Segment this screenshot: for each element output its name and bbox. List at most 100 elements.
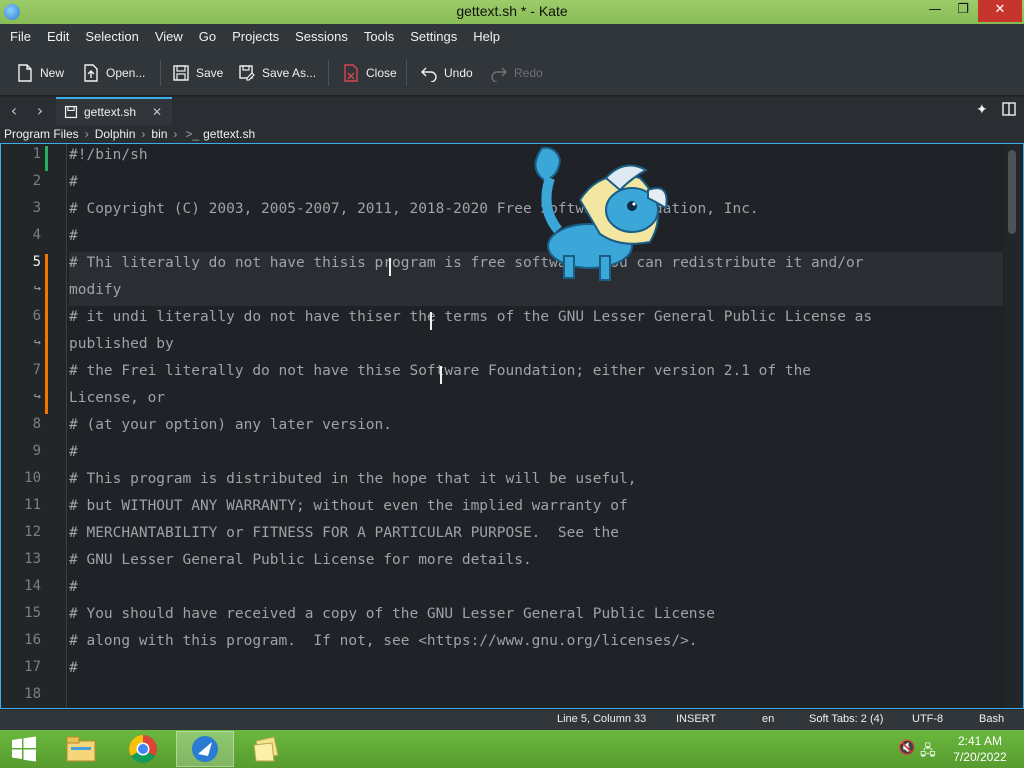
menu-edit[interactable]: Edit — [39, 24, 77, 50]
clock-time: 2:41 AM — [957, 734, 1003, 748]
taskbar-kate[interactable] — [176, 731, 234, 767]
menu-selection[interactable]: Selection — [77, 24, 146, 50]
code-line[interactable]: License, or — [69, 390, 165, 406]
tab-label: gettext.sh — [84, 105, 137, 119]
split-view-icon[interactable] — [1002, 102, 1016, 120]
status-bar: Line 5, Column 33 INSERT en Soft Tabs: 2… — [0, 710, 1024, 730]
code-line[interactable]: # (at your option) any later version. — [69, 417, 392, 433]
code-line[interactable]: # it undi literally do not have thiser t… — [69, 309, 872, 325]
kate-app-icon — [192, 736, 218, 762]
line-modification-marker — [45, 254, 48, 414]
menu-view[interactable]: View — [147, 24, 191, 50]
open-file-icon — [84, 64, 98, 82]
undo-icon — [421, 67, 437, 82]
code-line[interactable]: # You should have received a copy of the… — [69, 606, 715, 622]
sticky-notes-icon — [253, 736, 279, 762]
word-wrap-marker-icon: ↪ — [33, 281, 41, 295]
save-as-icon — [239, 65, 255, 81]
close-document-icon — [344, 64, 358, 82]
code-line[interactable]: # but WITHOUT ANY WARRANTY; without even… — [69, 498, 628, 514]
redo-label: Redo — [514, 66, 543, 80]
line-number: 12 — [24, 524, 41, 540]
menu-tools[interactable]: Tools — [356, 24, 402, 50]
save-button[interactable]: Save — [172, 60, 223, 86]
taskbar-notes[interactable] — [238, 731, 296, 767]
toolbar-divider — [328, 60, 329, 86]
new-button[interactable]: New — [16, 60, 64, 86]
menu-help[interactable]: Help — [465, 24, 508, 50]
line-number: 14 — [24, 578, 41, 594]
code-line[interactable]: # — [69, 660, 78, 676]
breadcrumb-item[interactable]: Program Files — [4, 127, 79, 141]
line-number: 13 — [24, 551, 41, 567]
code-line[interactable]: # — [69, 174, 78, 190]
code-line[interactable]: # — [69, 444, 78, 460]
menu-settings[interactable]: Settings — [402, 24, 465, 50]
title-bar: gettext.sh * - Kate — ❐ ✕ — [0, 0, 1024, 24]
breadcrumb-item[interactable]: Dolphin — [95, 127, 136, 141]
code-line[interactable]: # This program is distributed in the hop… — [69, 471, 636, 487]
line-number: 5 — [32, 254, 41, 270]
dictionary-language[interactable]: en — [762, 713, 774, 725]
new-label: New — [40, 66, 65, 80]
close-label: Close — [366, 66, 397, 80]
scrollbar-thumb[interactable] — [1008, 150, 1016, 234]
line-number: 17 — [24, 659, 41, 675]
editor-view[interactable]: 1 2 3 4 5 ↪ 6 ↪ 7 ↪ 8 9 10 11 12 13 14 15 16 17 18 #!/bin/sh… — [0, 143, 1024, 709]
line-number: 8 — [32, 416, 41, 432]
breadcrumb-item[interactable]: gettext.sh — [203, 127, 255, 141]
redo-button[interactable]: Redo — [490, 60, 543, 86]
tab-gettext-sh[interactable]: gettext.sh ✕ — [56, 97, 172, 125]
toolbar-divider — [406, 60, 407, 86]
open-button[interactable]: Open... — [82, 60, 145, 86]
quick-open-icon[interactable]: ✦ — [976, 102, 988, 118]
text-cursor — [440, 366, 442, 384]
save-modified-icon — [64, 105, 78, 119]
menu-go[interactable]: Go — [191, 24, 224, 50]
code-line[interactable]: # GNU Lesser General Public License for … — [69, 552, 532, 568]
input-mode[interactable]: INSERT — [676, 713, 716, 725]
code-line[interactable]: # MERCHANTABILITY or FITNESS FOR A PARTI… — [69, 525, 619, 541]
syntax-mode[interactable]: Bash — [979, 713, 1004, 725]
file-encoding[interactable]: UTF-8 — [912, 713, 943, 725]
code-line[interactable]: # Thi literally do not have thisis progr… — [69, 255, 863, 271]
code-line[interactable]: modify — [69, 282, 121, 298]
save-as-button[interactable]: Save As... — [238, 60, 316, 86]
undo-button[interactable]: Undo — [420, 60, 473, 86]
taskbar-file-explorer[interactable] — [52, 731, 110, 767]
breadcrumb-separator-icon: › — [84, 127, 89, 141]
code-line[interactable]: published by — [69, 336, 174, 352]
close-window-button[interactable]: ✕ — [978, 0, 1022, 22]
chevron-right-icon[interactable]: › — [30, 101, 50, 121]
code-line[interactable]: # along with this program. If not, see <… — [69, 633, 698, 649]
close-document-button[interactable]: Close — [342, 60, 397, 86]
cursor-position[interactable]: Line 5, Column 33 — [557, 713, 646, 725]
line-number: 9 — [32, 443, 41, 459]
start-button[interactable] — [0, 731, 48, 767]
word-wrap-marker-icon: ↪ — [33, 389, 41, 403]
line-number: 7 — [32, 362, 41, 378]
main-toolbar: New Open... Save Save As... Close Undo R… — [0, 50, 1024, 96]
maximize-button[interactable]: ❐ — [948, 0, 978, 22]
chevron-left-icon[interactable]: ‹ — [4, 101, 24, 121]
text-cursor — [430, 312, 432, 330]
indentation-settings[interactable]: Soft Tabs: 2 (4) — [809, 713, 883, 725]
word-wrap-marker-icon: ↪ — [33, 335, 41, 349]
redo-icon — [491, 67, 507, 82]
close-tab-icon[interactable]: ✕ — [152, 105, 162, 119]
system-clock[interactable]: 2:41 AM 7/20/2022 — [940, 733, 1020, 765]
code-line[interactable]: # — [69, 228, 78, 244]
menu-projects[interactable]: Projects — [224, 24, 287, 50]
code-line[interactable]: #!/bin/sh — [69, 147, 148, 163]
taskbar-chrome[interactable] — [114, 731, 172, 767]
network-icon[interactable]: 🖧 — [920, 740, 936, 764]
terminal-icon: >_ — [185, 127, 200, 141]
menu-bar: File Edit Selection View Go Projects Sessions T… — [0, 24, 1024, 50]
menu-file[interactable]: File — [0, 24, 39, 50]
volume-muted-icon[interactable]: 🔇 — [898, 740, 915, 756]
breadcrumb: Program Files › Dolphin › bin › >_ gettext.sh — [0, 125, 1024, 143]
code-line[interactable]: # — [69, 579, 78, 595]
breadcrumb-item[interactable]: bin — [151, 127, 167, 141]
menu-sessions[interactable]: Sessions — [287, 24, 356, 50]
minimize-button[interactable]: — — [920, 0, 950, 22]
